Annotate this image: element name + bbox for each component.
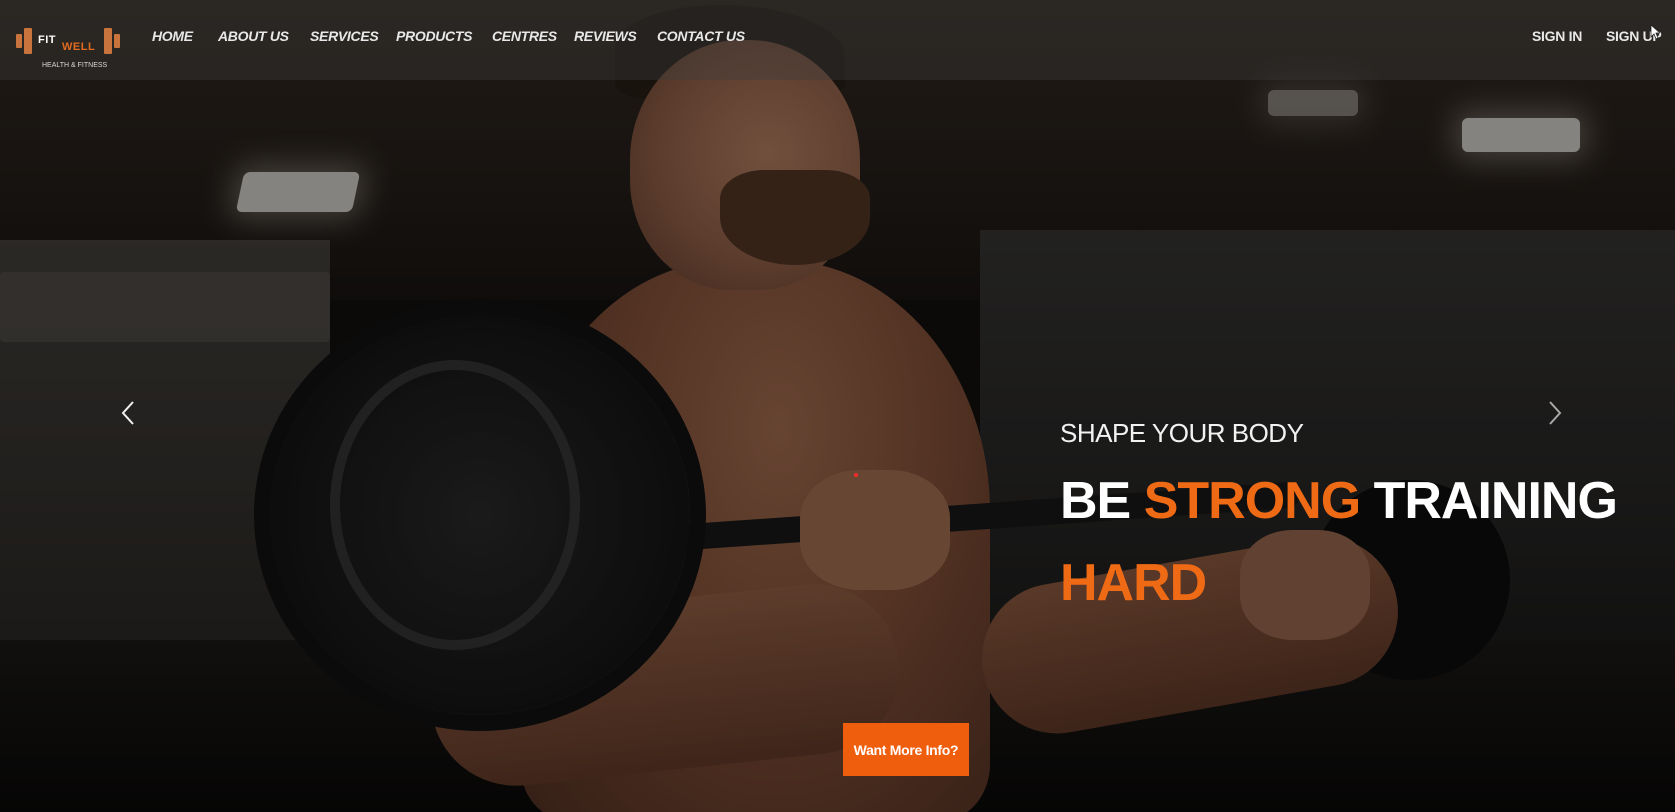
hero-eyebrow: SHAPE YOUR BODY	[1060, 418, 1304, 448]
headline-accent-strong: STRONG	[1143, 472, 1361, 530]
hero-dark-overlay	[0, 0, 1675, 812]
nav-link-centres[interactable]: CENTRES	[492, 28, 557, 44]
brand-name-well: WELL	[62, 41, 96, 53]
nav-link-contact-us[interactable]: CONTACT US	[657, 28, 745, 44]
nav-link-reviews[interactable]: REVIEWS	[574, 28, 637, 44]
chevron-right-icon	[1549, 401, 1562, 425]
decorative-dot	[854, 473, 858, 477]
nav-link-services[interactable]: SERVICES	[310, 28, 379, 44]
brand-tagline: HEALTH & FITNESS	[42, 62, 108, 69]
hero-headline: BE STRONG TRAINING HARD	[1060, 460, 1650, 624]
brand-logo[interactable]: FIT WELL HEALTH & FITNESS	[16, 24, 124, 76]
headline-text-be: BE	[1060, 472, 1144, 530]
slider-next-button[interactable]	[1543, 398, 1567, 428]
top-navbar: FIT WELL HEALTH & FITNESS HOME ABOUT US …	[0, 0, 1675, 80]
slider-prev-button[interactable]	[116, 398, 140, 428]
hero-section: FIT WELL HEALTH & FITNESS HOME ABOUT US …	[0, 0, 1675, 812]
headline-text-training: TRAINING	[1360, 472, 1618, 530]
brand-name-fit: FIT	[38, 34, 56, 46]
sign-in-link[interactable]: SIGN IN	[1532, 28, 1582, 44]
want-more-info-button[interactable]: Want More Info?	[843, 723, 969, 776]
headline-accent-hard: HARD	[1060, 554, 1207, 612]
nav-link-products[interactable]: PRODUCTS	[396, 28, 472, 44]
nav-link-about-us[interactable]: ABOUT US	[218, 28, 289, 44]
mouse-cursor-icon	[1650, 24, 1660, 40]
nav-link-home[interactable]: HOME	[152, 28, 193, 44]
chevron-left-icon	[121, 401, 134, 425]
